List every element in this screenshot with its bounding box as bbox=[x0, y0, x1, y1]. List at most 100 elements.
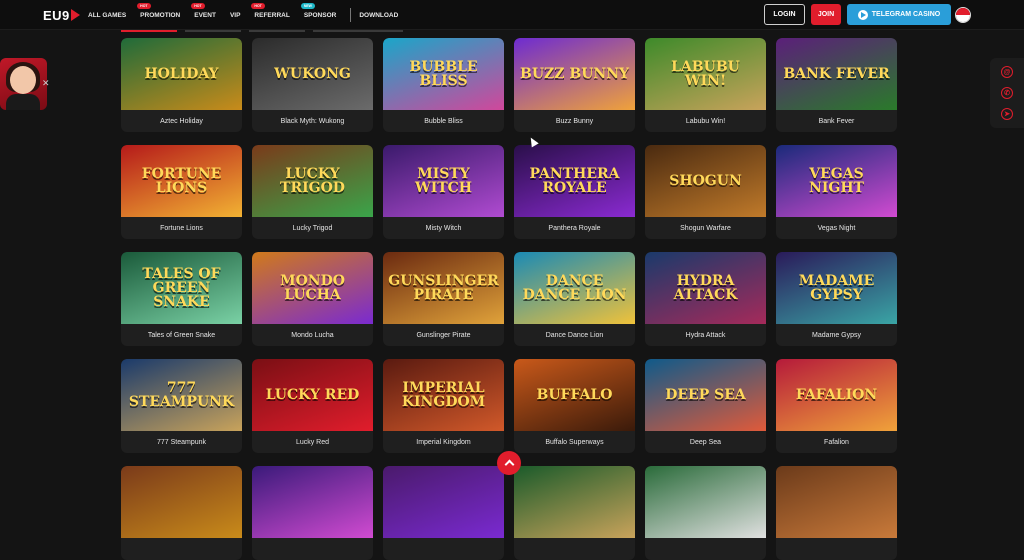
game-thumbnail[interactable]: LUCKY TRIGOD bbox=[252, 145, 373, 217]
game-thumbnail[interactable]: LUCKY RED bbox=[252, 359, 373, 431]
game-card[interactable] bbox=[383, 466, 504, 560]
game-card[interactable]: WUKONG Black Myth: Wukong bbox=[252, 38, 373, 132]
game-card[interactable]: BUFFALO Buffalo Superways bbox=[514, 359, 635, 453]
game-thumbnail[interactable] bbox=[252, 466, 373, 538]
category-tab[interactable] bbox=[249, 30, 305, 32]
game-thumbnail[interactable]: TALES OF GREEN SNAKE bbox=[121, 252, 242, 324]
telegram-icon bbox=[857, 9, 868, 20]
nav-item-event[interactable]: EVENT HOT bbox=[191, 2, 216, 19]
game-thumbnail[interactable] bbox=[383, 466, 504, 538]
game-thumbnail[interactable]: GUNSLINGER PIRATE bbox=[383, 252, 504, 324]
nav-item-label: SPONSOR bbox=[303, 11, 337, 19]
game-thumbnail[interactable]: VEGAS NIGHT bbox=[776, 145, 897, 217]
game-card[interactable]: LUCKY RED Lucky Red bbox=[252, 359, 373, 453]
game-thumbnail[interactable]: SHOGUN bbox=[645, 145, 766, 217]
game-thumbnail[interactable]: PANTHERA ROYALE bbox=[514, 145, 635, 217]
game-card[interactable]: FORTUNE LIONS Fortune Lions bbox=[121, 145, 242, 239]
game-art-title: 777 STEAMPUNK bbox=[128, 380, 235, 410]
game-thumbnail[interactable]: FAFALION bbox=[776, 359, 897, 431]
game-card[interactable] bbox=[645, 466, 766, 560]
game-art-title: FORTUNE LIONS bbox=[141, 166, 222, 196]
game-art-title: SHOGUN bbox=[669, 173, 742, 189]
whatsapp-icon[interactable]: ✆ bbox=[1001, 86, 1013, 99]
game-art-title: VEGAS NIGHT bbox=[809, 166, 864, 196]
game-art-title: FAFALION bbox=[795, 387, 878, 403]
nav-badge: HOT bbox=[137, 2, 151, 9]
game-thumbnail[interactable]: MISTY WITCH bbox=[383, 145, 504, 217]
game-card[interactable]: LABUBU WIN! Labubu Win! bbox=[645, 38, 766, 132]
game-name: Panthera Royale bbox=[548, 224, 601, 232]
scroll-to-top-button[interactable] bbox=[497, 451, 521, 475]
game-thumbnail[interactable] bbox=[514, 466, 635, 538]
game-thumbnail[interactable]: BUFFALO bbox=[514, 359, 635, 431]
game-thumbnail[interactable]: BUZZ BUNNY bbox=[514, 38, 635, 110]
game-name: Lucky Red bbox=[295, 438, 330, 446]
game-name: Shogun Warfare bbox=[680, 224, 731, 232]
game-card[interactable] bbox=[776, 466, 897, 560]
game-name: Gunslinger Pirate bbox=[416, 331, 471, 339]
category-tab[interactable] bbox=[185, 30, 241, 32]
game-card[interactable]: SHOGUN Shogun Warfare bbox=[645, 145, 766, 239]
game-card[interactable]: IMPERIAL KINGDOM Imperial Kingdom bbox=[383, 359, 504, 453]
game-card[interactable]: MONDO LUCHA Mondo Lucha bbox=[252, 252, 373, 346]
game-thumbnail[interactable]: DANCE DANCE LION bbox=[514, 252, 635, 324]
live-support-avatar[interactable] bbox=[0, 58, 47, 110]
game-thumbnail[interactable]: BUBBLE BLISS bbox=[383, 38, 504, 110]
game-art-title: MISTY WITCH bbox=[414, 166, 473, 196]
game-thumbnail[interactable] bbox=[121, 466, 242, 538]
game-card[interactable]: VEGAS NIGHT Vegas Night bbox=[776, 145, 897, 239]
game-thumbnail[interactable]: WUKONG bbox=[252, 38, 373, 110]
contact-side-panel: @ ✆ ➤ bbox=[990, 58, 1024, 128]
game-thumbnail[interactable]: HYDRA ATTACK bbox=[645, 252, 766, 324]
category-tab[interactable] bbox=[313, 30, 403, 32]
game-thumbnail[interactable]: HOLIDAY bbox=[121, 38, 242, 110]
site-logo[interactable]: EU9 bbox=[43, 6, 80, 24]
game-card[interactable] bbox=[252, 466, 373, 560]
telegram-icon[interactable]: ➤ bbox=[1001, 107, 1013, 120]
game-thumbnail[interactable]: BANK FEVER bbox=[776, 38, 897, 110]
game-card[interactable]: FAFALION Fafalion bbox=[776, 359, 897, 453]
game-card[interactable]: LUCKY TRIGOD Lucky Trigod bbox=[252, 145, 373, 239]
game-thumbnail[interactable] bbox=[776, 466, 897, 538]
close-icon[interactable]: ✕ bbox=[42, 78, 50, 89]
game-thumbnail[interactable]: FORTUNE LIONS bbox=[121, 145, 242, 217]
game-card[interactable]: HYDRA ATTACK Hydra Attack bbox=[645, 252, 766, 346]
nav-item-promotion[interactable]: PROMOTION HOT bbox=[137, 2, 180, 19]
category-tab-active[interactable] bbox=[121, 30, 177, 32]
game-thumbnail[interactable]: IMPERIAL KINGDOM bbox=[383, 359, 504, 431]
join-button[interactable]: JOIN bbox=[811, 4, 841, 25]
game-card[interactable]: 777 STEAMPUNK 777 Steampunk bbox=[121, 359, 242, 453]
game-card[interactable]: BUZZ BUNNY Buzz Bunny bbox=[514, 38, 635, 132]
game-card[interactable] bbox=[514, 466, 635, 560]
login-button[interactable]: LOGIN bbox=[764, 4, 805, 25]
game-card[interactable]: MISTY WITCH Misty Witch bbox=[383, 145, 504, 239]
nav-item-sponsor[interactable]: SPONSOR NEW bbox=[300, 2, 337, 19]
language-flag-icon[interactable] bbox=[955, 7, 971, 23]
nav-item-vip[interactable]: VIP bbox=[230, 12, 240, 19]
game-card[interactable]: MADAME GYPSY Madame Gypsy bbox=[776, 252, 897, 346]
game-thumbnail[interactable]: MONDO LUCHA bbox=[252, 252, 373, 324]
email-icon[interactable]: @ bbox=[1001, 66, 1013, 79]
game-card[interactable]: DEEP SEA Deep Sea bbox=[645, 359, 766, 453]
nav-item-download[interactable]: DOWNLOAD bbox=[359, 12, 398, 19]
game-card[interactable]: GUNSLINGER PIRATE Gunslinger Pirate bbox=[383, 252, 504, 346]
game-card[interactable] bbox=[121, 466, 242, 560]
game-card[interactable]: BANK FEVER Bank Fever bbox=[776, 38, 897, 132]
telegram-casino-button[interactable]: TELEGRAM CASINO bbox=[847, 4, 951, 25]
game-card[interactable]: PANTHERA ROYALE Panthera Royale bbox=[514, 145, 635, 239]
game-card[interactable]: BUBBLE BLISS Bubble Bliss bbox=[383, 38, 504, 132]
nav-item-all-games[interactable]: ALL GAMES bbox=[88, 12, 126, 19]
nav-item-referral[interactable]: REFERRAL HOT bbox=[251, 2, 290, 19]
game-thumbnail[interactable]: DEEP SEA bbox=[645, 359, 766, 431]
game-name bbox=[383, 538, 504, 560]
game-thumbnail[interactable] bbox=[645, 466, 766, 538]
game-art-title: PANTHERA ROYALE bbox=[529, 166, 620, 196]
game-thumbnail[interactable]: LABUBU WIN! bbox=[645, 38, 766, 110]
game-thumbnail[interactable]: MADAME GYPSY bbox=[776, 252, 897, 324]
game-card[interactable]: TALES OF GREEN SNAKE Tales of Green Snake bbox=[121, 252, 242, 346]
game-card[interactable]: DANCE DANCE LION Dance Dance Lion bbox=[514, 252, 635, 346]
game-art-title: MONDO LUCHA bbox=[280, 273, 345, 303]
game-name: Imperial Kingdom bbox=[416, 438, 471, 446]
game-card[interactable]: HOLIDAY Aztec Holiday bbox=[121, 38, 242, 132]
game-thumbnail[interactable]: 777 STEAMPUNK bbox=[121, 359, 242, 431]
